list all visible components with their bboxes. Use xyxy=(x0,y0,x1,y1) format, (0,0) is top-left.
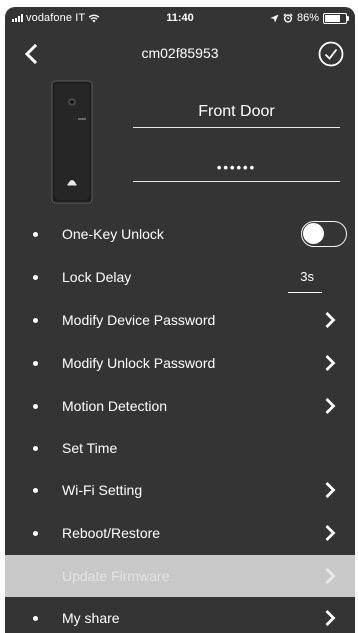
wifi-setting-label: Wi-Fi Setting xyxy=(62,482,143,498)
doorbell-device-image xyxy=(51,80,93,204)
set-time-label: Set Time xyxy=(62,440,118,456)
modify-unlock-password-row[interactable]: Modify Unlock Password xyxy=(5,342,355,384)
bullet-icon xyxy=(33,616,38,621)
app-screen: vodafone IT 11:40 86% cm02f85953 Front D… xyxy=(5,7,355,633)
reboot-restore-label: Reboot/Restore xyxy=(62,525,161,541)
location-arrow-icon xyxy=(270,14,279,22)
bullet-icon xyxy=(33,361,38,366)
bullet-icon xyxy=(33,275,38,280)
lock-delay-underline xyxy=(288,292,322,293)
my-share-row[interactable]: My share xyxy=(5,597,355,633)
chevron-right-icon xyxy=(325,525,336,541)
chevron-right-icon xyxy=(325,355,336,371)
bullet-icon xyxy=(33,318,38,323)
one-key-unlock-toggle[interactable] xyxy=(301,221,347,247)
one-key-unlock-row: One-Key Unlock xyxy=(5,213,355,255)
chevron-right-icon xyxy=(325,568,336,584)
chevron-right-icon xyxy=(325,610,336,626)
bullet-icon xyxy=(33,488,38,493)
modify-unlock-password-label: Modify Unlock Password xyxy=(62,355,216,371)
battery-percent: 86% xyxy=(296,12,319,24)
battery-level xyxy=(325,14,341,22)
reboot-restore-row[interactable]: Reboot/Restore xyxy=(5,512,355,554)
chevron-right-icon xyxy=(325,482,336,498)
device-name-field[interactable]: Front Door xyxy=(133,97,340,128)
one-key-unlock-label: One-Key Unlock xyxy=(62,226,164,242)
bullet-icon xyxy=(33,404,38,409)
check-circle-icon[interactable] xyxy=(317,40,345,68)
modify-device-password-row[interactable]: Modify Device Password xyxy=(5,299,355,341)
lock-delay-row[interactable]: Lock Delay 3s xyxy=(5,256,355,298)
chevron-right-icon xyxy=(325,398,336,414)
status-bar: vodafone IT 11:40 86% xyxy=(5,7,355,29)
toggle-knob xyxy=(303,223,324,244)
set-time-row[interactable]: Set Time xyxy=(5,427,355,469)
battery-icon xyxy=(323,12,349,24)
motion-detection-label: Motion Detection xyxy=(62,398,168,414)
motion-detection-row[interactable]: Motion Detection xyxy=(5,385,355,427)
update-firmware-row: Update Firmware xyxy=(5,555,355,597)
lock-delay-value[interactable]: 3s xyxy=(300,269,314,284)
bullet-icon xyxy=(33,531,38,536)
wifi-setting-row[interactable]: Wi-Fi Setting xyxy=(5,469,355,511)
bullet-icon xyxy=(33,446,38,451)
status-bar-right: 86% xyxy=(270,12,349,24)
lock-delay-label: Lock Delay xyxy=(62,269,132,285)
page-title: cm02f85953 xyxy=(141,45,219,61)
my-share-label: My share xyxy=(62,610,120,626)
chevron-right-icon xyxy=(325,312,336,328)
alarm-icon xyxy=(283,13,293,23)
update-firmware-label: Update Firmware xyxy=(62,568,170,584)
bullet-icon xyxy=(33,232,38,237)
modify-device-password-label: Modify Device Password xyxy=(62,312,216,328)
device-password-field[interactable]: •••••• xyxy=(133,155,340,182)
